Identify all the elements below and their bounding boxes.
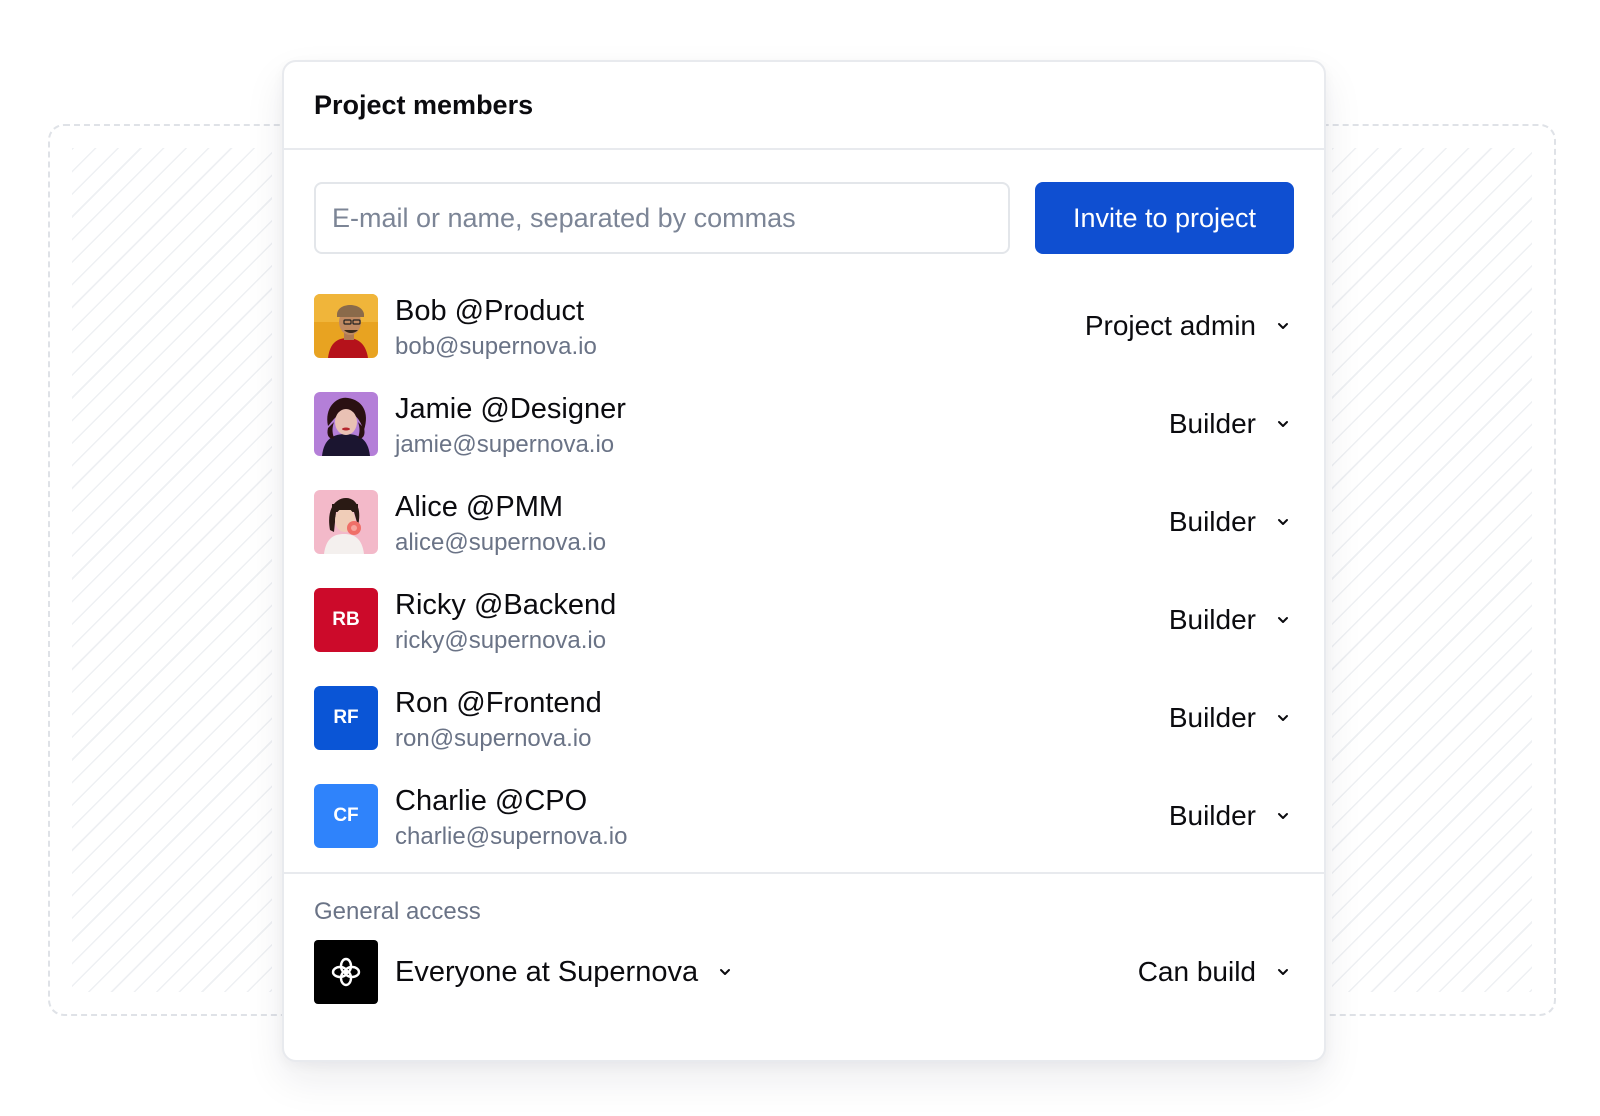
person-photo-icon <box>314 294 378 358</box>
general-access-row: Everyone at Supernova Can build <box>314 940 1294 1004</box>
invite-row: Invite to project <box>314 182 1294 254</box>
role-dropdown[interactable]: Project admin <box>1085 308 1294 344</box>
chevron-down-icon <box>1272 511 1294 533</box>
role-label: Builder <box>1168 408 1256 439</box>
role-label: Builder <box>1168 506 1256 537</box>
chevron-down-icon <box>1272 805 1294 827</box>
role-label: Builder <box>1168 800 1256 831</box>
role-dropdown[interactable]: Builder <box>1169 602 1294 638</box>
hatch-pattern-right <box>1332 148 1532 992</box>
avatar-initials: RF <box>314 686 378 750</box>
chevron-down-icon <box>1272 609 1294 631</box>
supernova-logo-icon <box>331 957 361 987</box>
member-row: Alice @PMM alice@supernova.io Builder <box>314 490 1294 588</box>
hatch-pattern-left <box>72 148 272 992</box>
member-row: RB Ricky @Backend ricky@supernova.io Bui… <box>314 588 1294 686</box>
invite-button[interactable]: Invite to project <box>1035 182 1294 254</box>
member-email: bob@supernova.io <box>395 333 597 360</box>
role-dropdown[interactable]: Builder <box>1169 700 1294 736</box>
member-list: Bob @Product bob@supernova.io Project ad… <box>314 294 1294 882</box>
avatar <box>314 294 378 358</box>
member-name: Charlie @CPO <box>395 785 588 817</box>
member-row: CF Charlie @CPO charlie@supernova.io Bui… <box>314 784 1294 882</box>
member-email: ricky@supernova.io <box>395 627 607 654</box>
permission-label: Can build <box>1137 956 1256 987</box>
member-name: Ricky @Backend <box>395 589 617 621</box>
member-name: Ron @Frontend <box>395 687 602 719</box>
member-name: Alice @PMM <box>395 491 564 523</box>
access-permission-dropdown[interactable]: Can build <box>1138 954 1294 990</box>
chevron-down-icon <box>1272 315 1294 337</box>
avatar-initials: RB <box>314 588 378 652</box>
organization-label: Everyone at Supernova <box>395 955 699 988</box>
avatar <box>314 392 378 456</box>
role-label: Project admin <box>1084 310 1256 341</box>
member-row: Jamie @Designer jamie@supernova.io Build… <box>314 392 1294 490</box>
member-row: RF Ron @Frontend ron@supernova.io Builde… <box>314 686 1294 784</box>
member-email: charlie@supernova.io <box>395 823 628 850</box>
member-name: Jamie @Designer <box>395 393 626 425</box>
member-row: Bob @Product bob@supernova.io Project ad… <box>314 294 1294 392</box>
person-photo-icon <box>314 490 378 554</box>
role-dropdown[interactable]: Builder <box>1169 406 1294 442</box>
section-divider <box>284 872 1324 874</box>
member-email: alice@supernova.io <box>395 529 607 556</box>
member-email: jamie@supernova.io <box>395 431 615 458</box>
role-label: Builder <box>1168 604 1256 635</box>
role-dropdown[interactable]: Builder <box>1169 798 1294 834</box>
chevron-down-icon <box>1272 961 1294 983</box>
panel-header: Project members <box>284 62 1324 150</box>
chevron-down-icon <box>714 961 736 983</box>
org-avatar <box>314 940 378 1004</box>
role-dropdown[interactable]: Builder <box>1169 504 1294 540</box>
project-members-panel: Project members Invite to project <box>282 60 1326 1062</box>
chevron-down-icon <box>1272 707 1294 729</box>
chevron-down-icon <box>1272 413 1294 435</box>
invite-input[interactable] <box>314 182 1010 254</box>
member-email: ron@supernova.io <box>395 725 592 752</box>
panel-title: Project members <box>314 89 534 120</box>
avatar <box>314 490 378 554</box>
person-photo-icon <box>314 392 378 456</box>
organization-dropdown[interactable]: Everyone at Supernova <box>395 954 736 990</box>
member-name: Bob @Product <box>395 295 585 327</box>
role-label: Builder <box>1168 702 1256 733</box>
avatar-initials: CF <box>314 784 378 848</box>
general-access-label: General access <box>314 898 481 925</box>
